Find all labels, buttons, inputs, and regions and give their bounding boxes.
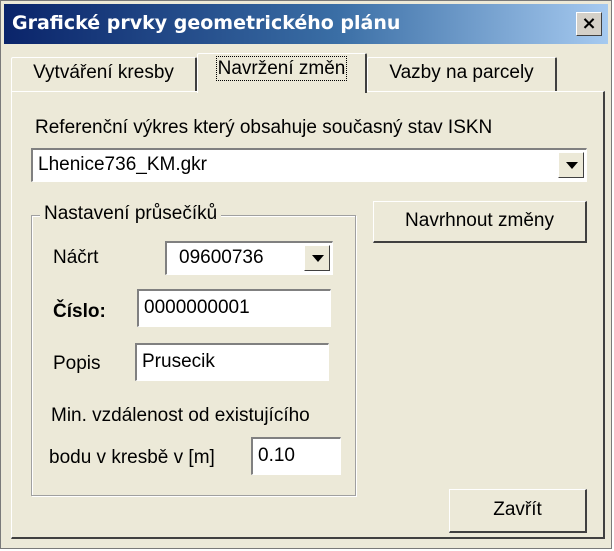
group-legend: Nastavení průsečíků [40, 203, 222, 225]
title-bar[interactable]: Grafické prvky geometrického plánu × [4, 4, 608, 44]
min-distance-field[interactable]: 0.10 [251, 437, 341, 475]
reference-drawing-select[interactable]: Lhenice736_KM.gkr [31, 148, 587, 182]
propose-changes-button[interactable]: Navrhnout změny [373, 201, 587, 243]
tab-vazby-na-parcely[interactable]: Vazby na parcely [367, 57, 557, 91]
tab-navrzeni-zmen[interactable]: Navržení změn [197, 53, 367, 93]
close-button[interactable]: Zavřít [449, 489, 587, 533]
sketch-value: 09600736 [179, 247, 264, 268]
description-label: Popis [53, 353, 101, 374]
sketch-select[interactable]: 09600736 [165, 241, 333, 275]
chevron-down-icon[interactable] [558, 152, 584, 178]
tab-vytvareni-kresby[interactable]: Vytváření kresby [11, 57, 197, 91]
dialog-window: Grafické prvky geometrického plánu × Vyt… [0, 0, 612, 549]
number-field[interactable]: 0000000001 [137, 289, 331, 327]
tab-label: Navržení změn [215, 56, 348, 81]
reference-label: Referenční výkres který obsahuje současn… [35, 117, 493, 138]
tab-label: Vazby na parcely [389, 62, 534, 83]
reference-drawing-value: Lhenice736_KM.gkr [38, 154, 207, 175]
min-distance-label-line2: bodu v kresbě v [m] [49, 447, 215, 468]
window-title: Grafické prvky geometrického plánu [12, 12, 401, 34]
description-field[interactable]: Prusecik [135, 343, 329, 381]
tab-label: Vytváření kresby [33, 62, 174, 83]
close-icon[interactable]: × [576, 12, 602, 36]
chevron-down-icon[interactable] [304, 245, 330, 271]
min-distance-label-line1: Min. vzdálenost od existujícího [51, 405, 310, 426]
number-label: Číslo: [53, 301, 106, 322]
sketch-label: Náčrt [53, 247, 99, 268]
